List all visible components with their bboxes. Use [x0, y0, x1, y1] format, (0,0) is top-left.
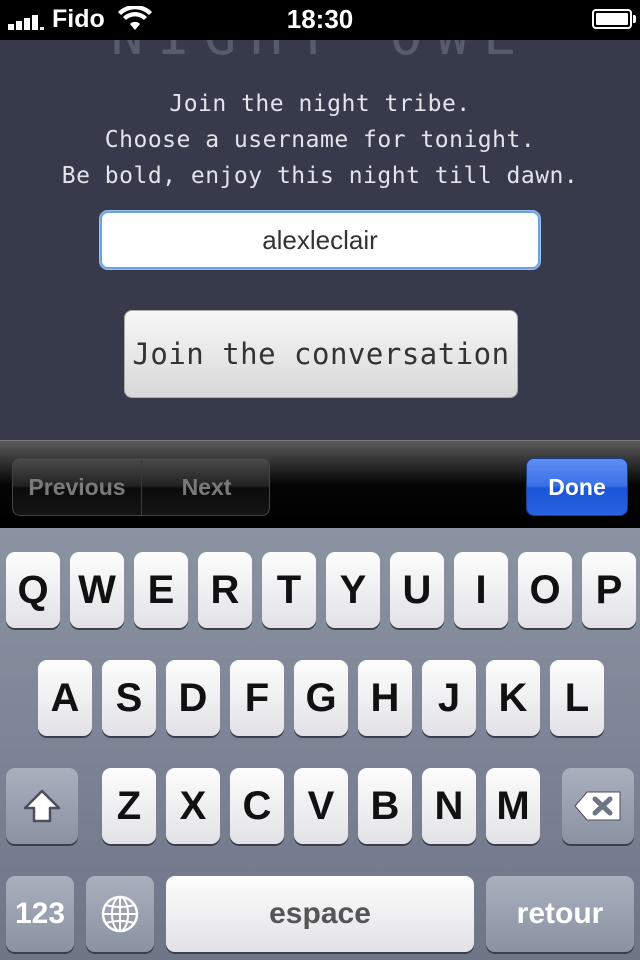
- key-l[interactable]: L: [550, 660, 604, 736]
- key-m[interactable]: M: [486, 768, 540, 844]
- key-r[interactable]: R: [198, 552, 252, 628]
- key-x[interactable]: X: [166, 768, 220, 844]
- app-logo: NIGHT OWL: [0, 40, 640, 67]
- numbers-key[interactable]: 123: [6, 876, 74, 952]
- intro-line-3: Be bold, enjoy this night till dawn.: [61, 163, 579, 189]
- delete-key[interactable]: [562, 768, 634, 844]
- key-o[interactable]: O: [518, 552, 572, 628]
- done-button[interactable]: Done: [526, 458, 628, 516]
- join-conversation-button[interactable]: Join the conversation: [124, 310, 518, 398]
- shift-key[interactable]: [6, 768, 78, 844]
- battery-icon: [592, 9, 636, 29]
- key-i[interactable]: I: [454, 552, 508, 628]
- key-v[interactable]: V: [294, 768, 348, 844]
- delete-icon: [574, 791, 621, 821]
- previous-button[interactable]: Previous: [13, 459, 142, 515]
- key-u[interactable]: U: [390, 552, 444, 628]
- keyboard-accessory-bar: Previous Next Done: [0, 440, 640, 528]
- key-n[interactable]: N: [422, 768, 476, 844]
- shift-icon: [23, 789, 61, 823]
- intro-text: Join the night tribe. Choose a username …: [0, 86, 640, 194]
- username-input[interactable]: alexleclair: [100, 211, 540, 269]
- key-c[interactable]: C: [230, 768, 284, 844]
- key-d[interactable]: D: [166, 660, 220, 736]
- globe-icon: [101, 895, 139, 933]
- key-p[interactable]: P: [582, 552, 636, 628]
- keyboard: Q W E R T Y U I O P A S D F G H J K L Z …: [0, 528, 640, 960]
- key-z[interactable]: Z: [102, 768, 156, 844]
- return-key[interactable]: retour: [486, 876, 634, 952]
- next-button[interactable]: Next: [142, 459, 269, 515]
- key-s[interactable]: S: [102, 660, 156, 736]
- key-f[interactable]: F: [230, 660, 284, 736]
- join-screen: NIGHT OWL Join the night tribe. Choose a…: [0, 40, 640, 440]
- key-k[interactable]: K: [486, 660, 540, 736]
- key-j[interactable]: J: [422, 660, 476, 736]
- intro-line-1: Join the night tribe.: [169, 91, 471, 117]
- globe-key[interactable]: [86, 876, 154, 952]
- key-e[interactable]: E: [134, 552, 188, 628]
- status-time: 18:30: [286, 4, 354, 34]
- key-q[interactable]: Q: [6, 552, 60, 628]
- status-bar: Fido 18:30: [0, 0, 640, 40]
- key-t[interactable]: T: [262, 552, 316, 628]
- prev-next-segmented-control: Previous Next: [12, 458, 270, 516]
- intro-line-2: Choose a username for tonight.: [104, 127, 536, 153]
- key-a[interactable]: A: [38, 660, 92, 736]
- key-y[interactable]: Y: [326, 552, 380, 628]
- space-key[interactable]: espace: [166, 876, 474, 952]
- key-g[interactable]: G: [294, 660, 348, 736]
- key-w[interactable]: W: [70, 552, 124, 628]
- key-h[interactable]: H: [358, 660, 412, 736]
- key-b[interactable]: B: [358, 768, 412, 844]
